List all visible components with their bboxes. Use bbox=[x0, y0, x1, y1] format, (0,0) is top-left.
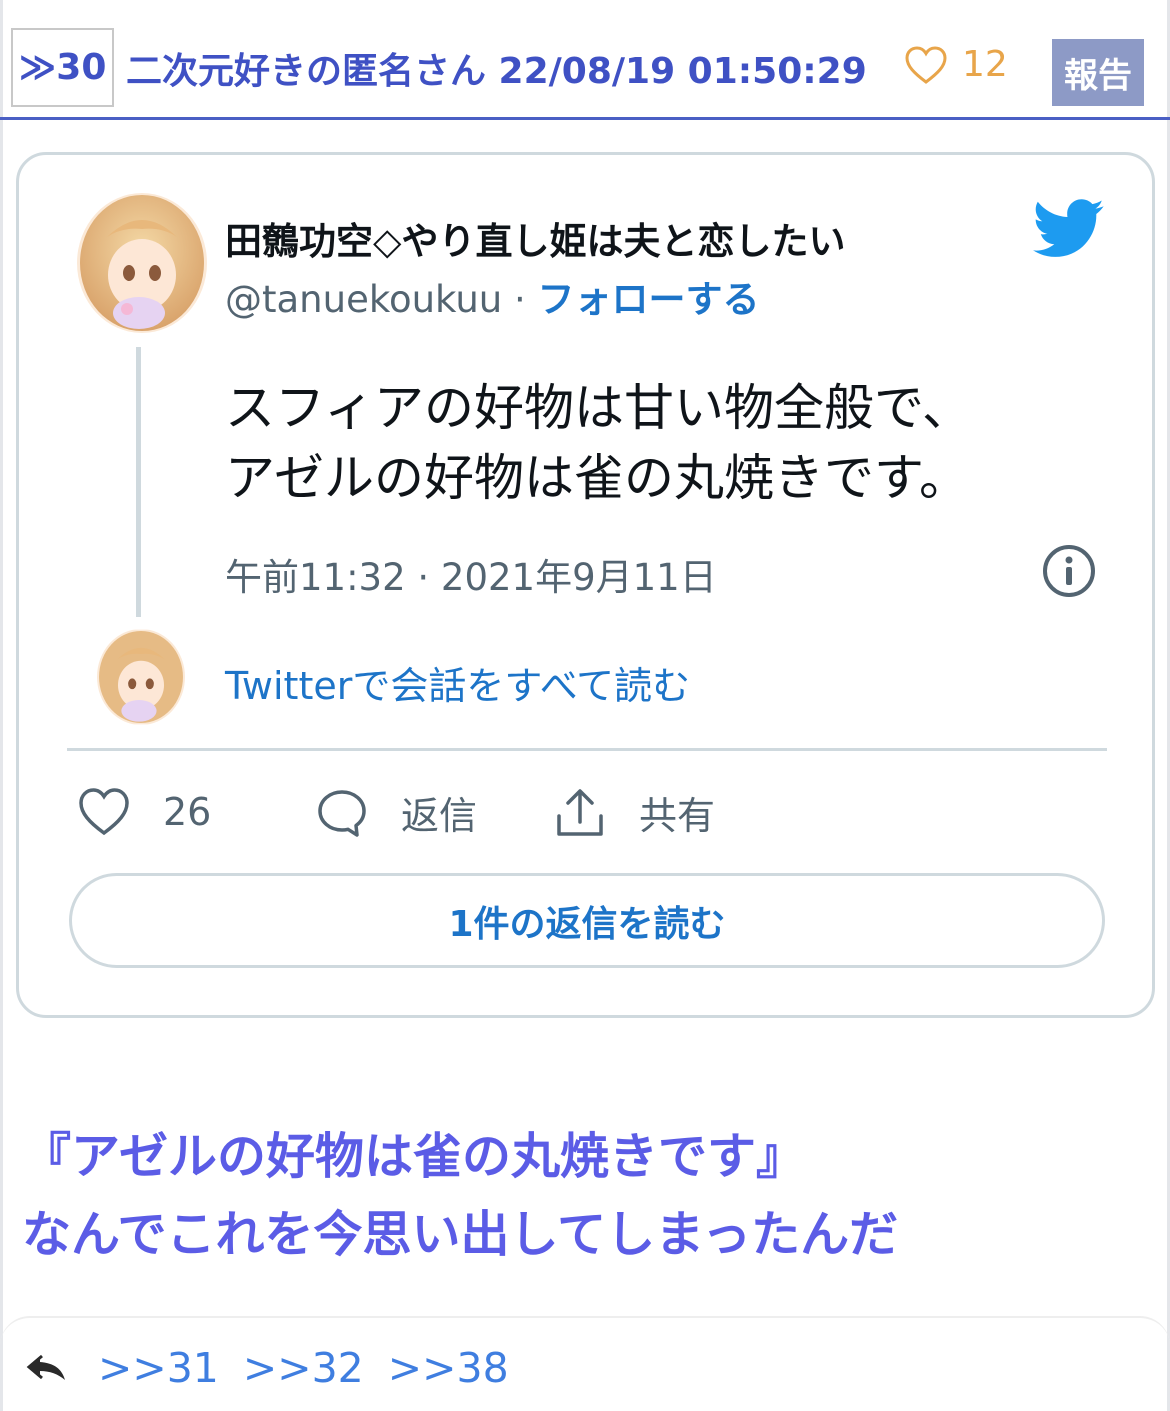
tweet-reply-button[interactable]: 返信 bbox=[315, 785, 477, 840]
tweet-text: スフィアの好物は甘い物全般で、 アゼルの好物は雀の丸焼きです。 bbox=[225, 373, 1105, 513]
author-avatar-small[interactable] bbox=[97, 629, 185, 725]
author-avatar[interactable] bbox=[77, 193, 207, 333]
heart-icon bbox=[79, 788, 129, 836]
read-conversation-link[interactable]: Twitterで会話をすべて読む bbox=[225, 655, 690, 710]
post-comment: 『アゼルの好物は雀の丸焼きです』 なんでこれを今思い出してしまったんだ bbox=[22, 1118, 898, 1274]
tweet-text-line2: アゼルの好物は雀の丸焼きです。 bbox=[225, 449, 969, 507]
poster-info: 二次元好きの匿名さん 22/08/19 01:50:29 bbox=[126, 51, 867, 92]
tweet-share-button[interactable]: 共有 bbox=[553, 785, 715, 840]
tweet-like-button[interactable]: 26 bbox=[77, 785, 211, 839]
comment-line2: なんでこれを今思い出してしまったんだ bbox=[22, 1206, 899, 1263]
reply-links-bar: >>31 >>32 >>38 bbox=[0, 1316, 1170, 1411]
thread-line bbox=[136, 347, 141, 617]
post-like-button[interactable]: 12 bbox=[904, 44, 1008, 85]
info-icon[interactable] bbox=[1041, 543, 1097, 599]
reply-arrow-icon bbox=[26, 1354, 65, 1380]
heart-icon bbox=[905, 45, 947, 84]
reply-links: >>31 >>32 >>38 bbox=[98, 1344, 509, 1392]
tweet-actions: 26 返信 共有 bbox=[77, 785, 1077, 841]
handle-separator: · bbox=[502, 278, 538, 321]
comment-line1: 『アゼルの好物は雀の丸焼きです』 bbox=[22, 1128, 806, 1185]
report-button[interactable]: 報告 bbox=[1052, 39, 1144, 106]
author-handle[interactable]: @tanuekoukuu bbox=[225, 278, 502, 321]
comment-icon bbox=[318, 789, 366, 837]
share-icon bbox=[557, 788, 603, 836]
follow-link[interactable]: フォローする bbox=[538, 278, 760, 321]
author-name[interactable]: 田鷯功空◇やり直し姫は夫と恋したい bbox=[225, 211, 845, 265]
res-number-anchor[interactable]: ≫30 bbox=[11, 28, 114, 107]
tweet-divider bbox=[67, 748, 1107, 751]
reply-link-31[interactable]: >>31 bbox=[98, 1344, 219, 1392]
tweet-share-label: 共有 bbox=[639, 794, 716, 838]
reply-link-38[interactable]: >>38 bbox=[388, 1344, 509, 1392]
embedded-tweet: 田鷯功空◇やり直し姫は夫と恋したい @tanuekoukuu · フォローする … bbox=[16, 152, 1155, 1018]
post-header: ≫30 二次元好きの匿名さん 22/08/19 01:50:29 12 報告 bbox=[0, 0, 1170, 120]
tweet-timestamp[interactable]: 午前11:32 · 2021年9月11日 bbox=[225, 547, 717, 601]
author-handle-row: @tanuekoukuu · フォローする bbox=[225, 269, 760, 323]
reply-link-32[interactable]: >>32 bbox=[243, 1344, 364, 1392]
post-like-count: 12 bbox=[962, 44, 1008, 85]
twitter-bird-icon[interactable] bbox=[1033, 199, 1105, 259]
read-replies-button[interactable]: 1件の返信を読む bbox=[69, 873, 1105, 968]
tweet-text-line1: スフィアの好物は甘い物全般で、 bbox=[225, 379, 972, 437]
tweet-reply-label: 返信 bbox=[401, 794, 478, 838]
tweet-like-count: 26 bbox=[163, 790, 212, 834]
